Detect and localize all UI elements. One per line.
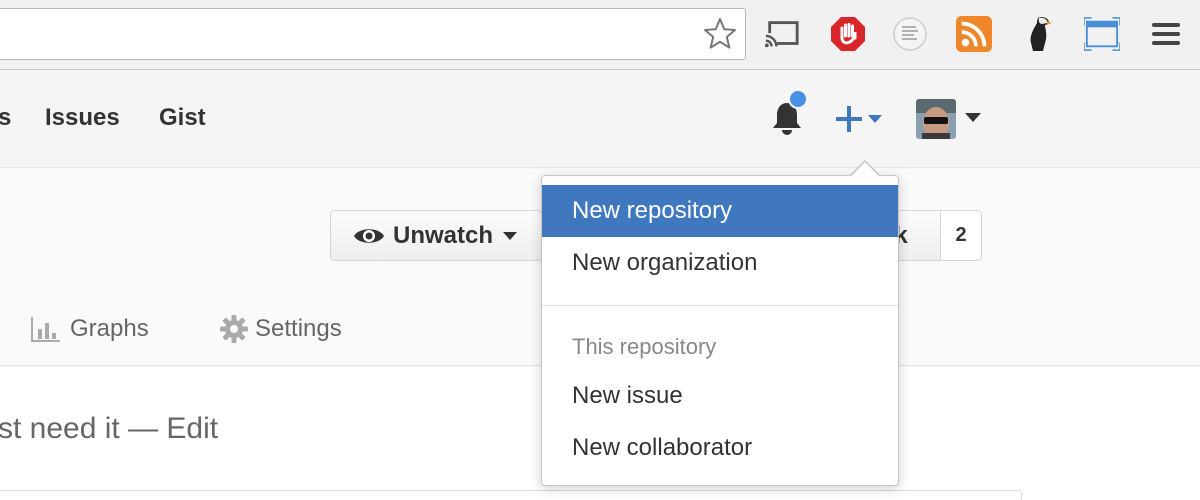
edit-description-link[interactable]: Edit (166, 412, 218, 445)
tab-graphs-label: Graphs (70, 315, 149, 342)
tab-settings[interactable]: Settings (219, 314, 342, 344)
notes-icon[interactable] (892, 16, 928, 52)
graph-icon (31, 317, 60, 342)
dropdown-arrow-inner (850, 162, 880, 177)
eye-icon (354, 228, 384, 243)
gear-icon (220, 315, 248, 343)
menu-item-new-organization[interactable]: New organization (542, 237, 898, 289)
avatar[interactable] (916, 99, 956, 139)
dropdown-section-header: This repository (572, 334, 717, 359)
tab-graphs[interactable]: Graphs (30, 314, 149, 344)
unwatch-button[interactable]: Unwatch (330, 210, 542, 261)
fork-count[interactable]: 2 (940, 210, 982, 261)
chevron-down-icon (503, 231, 518, 240)
site-header: s Issues Gist (0, 71, 1200, 168)
description-text: st need it — (0, 412, 159, 445)
cast-icon[interactable] (764, 16, 800, 52)
unwatch-label: Unwatch (393, 221, 494, 249)
tab-settings-label: Settings (255, 315, 342, 342)
adblock-icon[interactable] (830, 16, 866, 52)
menu-item-new-issue[interactable]: New issue (542, 370, 898, 422)
nav-link-gist[interactable]: Gist (159, 103, 206, 133)
eagle-icon[interactable] (1022, 16, 1058, 52)
plus-icon (836, 106, 882, 132)
menu-item-new-repository[interactable]: New repository (542, 185, 898, 237)
repository-description: st need it — Edit (0, 412, 218, 446)
browser-toolbar (0, 0, 1200, 70)
bookmark-star-icon[interactable] (702, 16, 738, 52)
menu-item-new-collaborator[interactable]: New collaborator (542, 422, 898, 474)
menu-icon[interactable] (1148, 16, 1184, 52)
chevron-down-icon[interactable] (965, 113, 981, 122)
rss-icon[interactable] (956, 16, 992, 52)
create-new-button[interactable] (836, 102, 886, 136)
dropdown-divider (542, 305, 898, 306)
notification-indicator (788, 89, 808, 109)
file-list-box (0, 490, 1022, 500)
nav-link-partial[interactable]: s (0, 103, 11, 133)
address-bar[interactable] (0, 8, 746, 60)
window-icon[interactable] (1084, 16, 1120, 52)
nav-link-issues[interactable]: Issues (45, 103, 120, 133)
